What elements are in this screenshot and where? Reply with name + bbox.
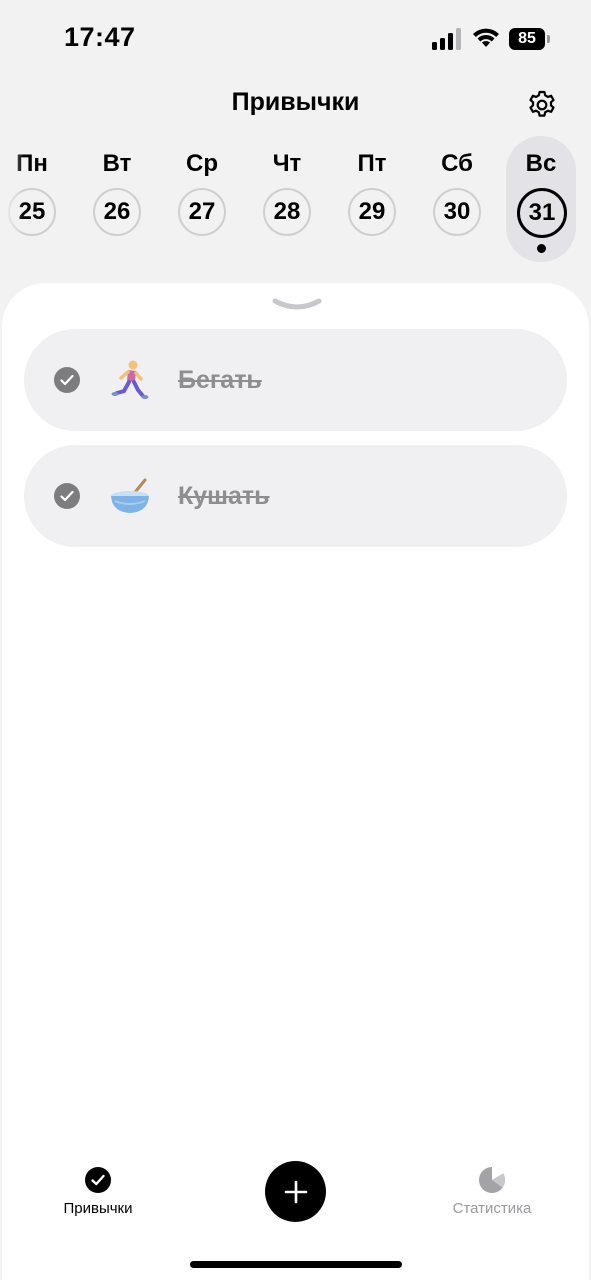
day-tue[interactable]: Вт 26 (82, 136, 152, 262)
day-name: Сб (441, 150, 473, 177)
day-number: 31 (517, 188, 567, 238)
tab-label: Привычки (63, 1200, 133, 1217)
day-number: 27 (178, 188, 226, 236)
add-habit-button[interactable] (265, 1161, 326, 1222)
tab-label: Статистика (452, 1200, 532, 1217)
day-number: 26 (93, 188, 141, 236)
day-thu[interactable]: Чт 28 (252, 136, 322, 262)
day-number: 28 (263, 188, 311, 236)
day-number: 29 (348, 188, 396, 236)
wifi-icon (473, 28, 499, 47)
day-name: Вт (102, 150, 132, 177)
checkmark-icon[interactable] (54, 483, 80, 509)
habit-item[interactable]: Кушать (24, 445, 567, 547)
habit-name: Бегать (178, 366, 262, 394)
battery-level: 85 (509, 28, 545, 50)
plus-icon (284, 1180, 307, 1203)
home-indicator[interactable] (190, 1261, 402, 1268)
habit-item[interactable]: Бегать (24, 329, 567, 431)
running-person-icon (111, 360, 149, 399)
habits-sheet: Бегать Кушать (2, 283, 589, 1280)
battery-icon: 85 (509, 28, 551, 50)
day-sat[interactable]: Сб 30 (422, 136, 492, 262)
tab-habits[interactable]: Привычки (50, 1166, 146, 1217)
gear-icon[interactable] (526, 89, 558, 121)
day-name: Вс (525, 150, 557, 177)
tab-statistics[interactable]: Статистика (440, 1166, 544, 1217)
day-number: 30 (433, 188, 481, 236)
cellular-signal-icon (432, 28, 461, 50)
day-name: Пт (357, 150, 387, 177)
week-strip: Пн 25 Вт 26 Ср 27 Чт 28 Пт 29 Сб 30 Вс 3… (0, 136, 591, 266)
day-name: Ср (186, 150, 218, 177)
page-title: Привычки (231, 88, 360, 116)
status-time: 17:47 (64, 22, 136, 52)
checkmark-icon[interactable] (54, 367, 80, 393)
day-wed[interactable]: Ср 27 (167, 136, 237, 262)
day-fri[interactable]: Пт 29 (337, 136, 407, 262)
day-name: Чт (272, 150, 302, 177)
status-bar: 17:47 85 (0, 0, 591, 80)
habit-name: Кушать (178, 482, 270, 510)
bowl-icon (111, 478, 149, 513)
battery-cap (547, 35, 550, 43)
chevron-down-icon[interactable] (272, 295, 322, 315)
checkmark-circle-icon (85, 1167, 111, 1193)
day-sun-selected[interactable]: Вс 31 (506, 136, 576, 262)
edge-fade (0, 140, 24, 240)
today-indicator-dot (537, 244, 546, 253)
pie-chart-icon (479, 1166, 505, 1193)
